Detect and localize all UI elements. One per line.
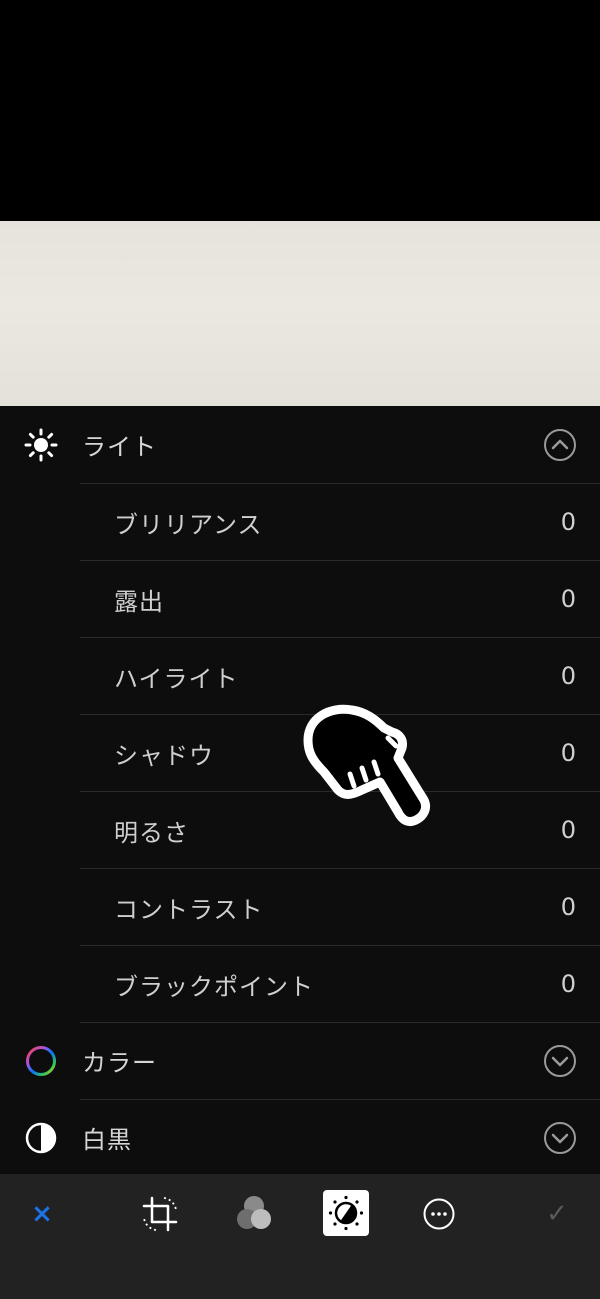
half-circle-icon: [24, 1121, 58, 1155]
top-black-area: [0, 0, 600, 221]
bottom-toolbar: × ✓: [0, 1174, 600, 1299]
filters-icon[interactable]: [230, 1190, 278, 1238]
section-light-label: ライト: [82, 433, 157, 461]
adjust-row-brilliance[interactable]: ブリリアンス 0: [80, 483, 600, 560]
section-color[interactable]: カラー: [0, 1022, 600, 1099]
crop-rotate-icon[interactable]: [136, 1190, 184, 1238]
adjust-label: ハイライト: [114, 664, 239, 693]
adjust-value: 0: [560, 970, 576, 998]
adjust-row-blackpoint[interactable]: ブラックポイント 0: [80, 945, 600, 1022]
section-bw[interactable]: 白黒: [0, 1099, 600, 1176]
section-bw-label: 白黒: [82, 1126, 132, 1154]
color-wheel-icon: [24, 1044, 58, 1078]
adjust-icon[interactable]: [323, 1190, 369, 1236]
adjust-label: シャドウ: [114, 741, 214, 770]
sun-icon: [24, 428, 58, 462]
cancel-button[interactable]: ×: [18, 1190, 66, 1238]
adjust-label: ブリリアンス: [114, 510, 263, 539]
adjust-row-contrast[interactable]: コントラスト 0: [80, 868, 600, 945]
adjust-label: ブラックポイント: [114, 972, 314, 1001]
section-color-label: カラー: [82, 1049, 157, 1077]
section-light[interactable]: ライト: [0, 406, 600, 483]
adjust-value: 0: [560, 508, 576, 536]
photo-preview: [0, 221, 600, 406]
adjust-value: 0: [560, 585, 576, 613]
adjust-value: 0: [560, 739, 576, 767]
adjust-value: 0: [560, 816, 576, 844]
pointing-hand-icon: [300, 700, 435, 835]
more-icon[interactable]: [415, 1190, 463, 1238]
adjust-label: 明るさ: [114, 818, 189, 847]
adjust-value: 0: [560, 662, 576, 690]
chevron-down-icon[interactable]: [543, 1121, 577, 1155]
adjust-label: 露出: [114, 587, 164, 616]
done-button[interactable]: ✓: [533, 1190, 581, 1238]
adjust-label: コントラスト: [114, 895, 264, 924]
adjust-row-exposure[interactable]: 露出 0: [80, 560, 600, 637]
chevron-down-icon[interactable]: [543, 1044, 577, 1078]
adjust-value: 0: [560, 893, 576, 921]
chevron-up-icon[interactable]: [543, 428, 577, 462]
